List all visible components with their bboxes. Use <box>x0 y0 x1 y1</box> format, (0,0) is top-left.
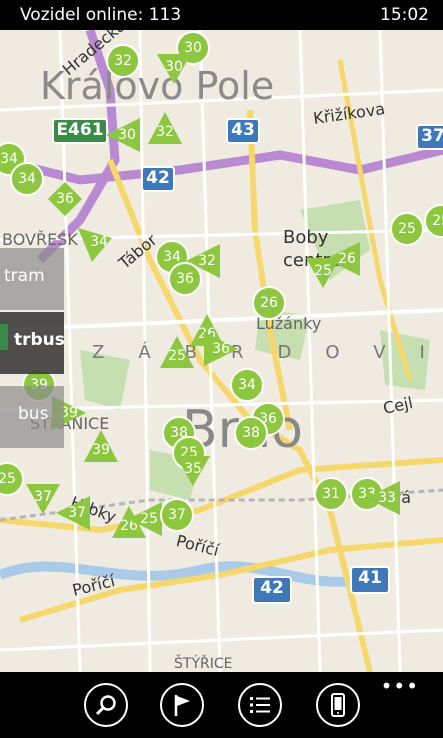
more-menu-button[interactable]: ••• <box>381 674 419 698</box>
road-shield-42-south: 42 <box>252 576 292 604</box>
flag-button[interactable] <box>160 683 204 727</box>
application-bar: ••• <box>0 672 443 738</box>
district-styrice: ŠTÝŘICE <box>174 656 233 672</box>
filter-trbus-label: trbus <box>14 330 65 350</box>
road-shield-43: 43 <box>226 118 260 144</box>
road-shield-42: 42 <box>141 166 175 192</box>
filter-active-indicator <box>0 324 8 350</box>
filter-bus[interactable]: bus <box>0 386 64 448</box>
district-zabrdovice: ZÁBRDOVICE <box>92 342 443 363</box>
search-button[interactable] <box>84 683 128 727</box>
status-bar: Vozidel online: 113 15:02 <box>0 0 443 30</box>
vehicle-count-title: Vozidel online: 113 <box>20 5 182 25</box>
flag-icon <box>174 695 190 716</box>
clock: 15:02 <box>380 5 429 25</box>
phone-button[interactable] <box>316 683 360 727</box>
list-button[interactable] <box>238 683 282 727</box>
map-view[interactable]: Královo Pole Brno BOVŘESK STRANICE ŠTÝŘI… <box>0 30 443 672</box>
road-shield-37: 37 <box>416 124 443 150</box>
road-shield-e461: E461 <box>52 118 108 144</box>
filter-trbus[interactable]: trbus <box>0 312 65 374</box>
list-icon <box>250 697 270 713</box>
road-shield-41: 41 <box>350 566 390 594</box>
filter-tram-label: tram <box>4 266 45 286</box>
phone-icon <box>331 693 345 717</box>
filter-tram[interactable]: tram <box>0 248 64 310</box>
district-bovresk: BOVŘESK <box>2 230 78 249</box>
filter-bus-label: bus <box>18 404 49 424</box>
search-icon <box>95 695 116 716</box>
